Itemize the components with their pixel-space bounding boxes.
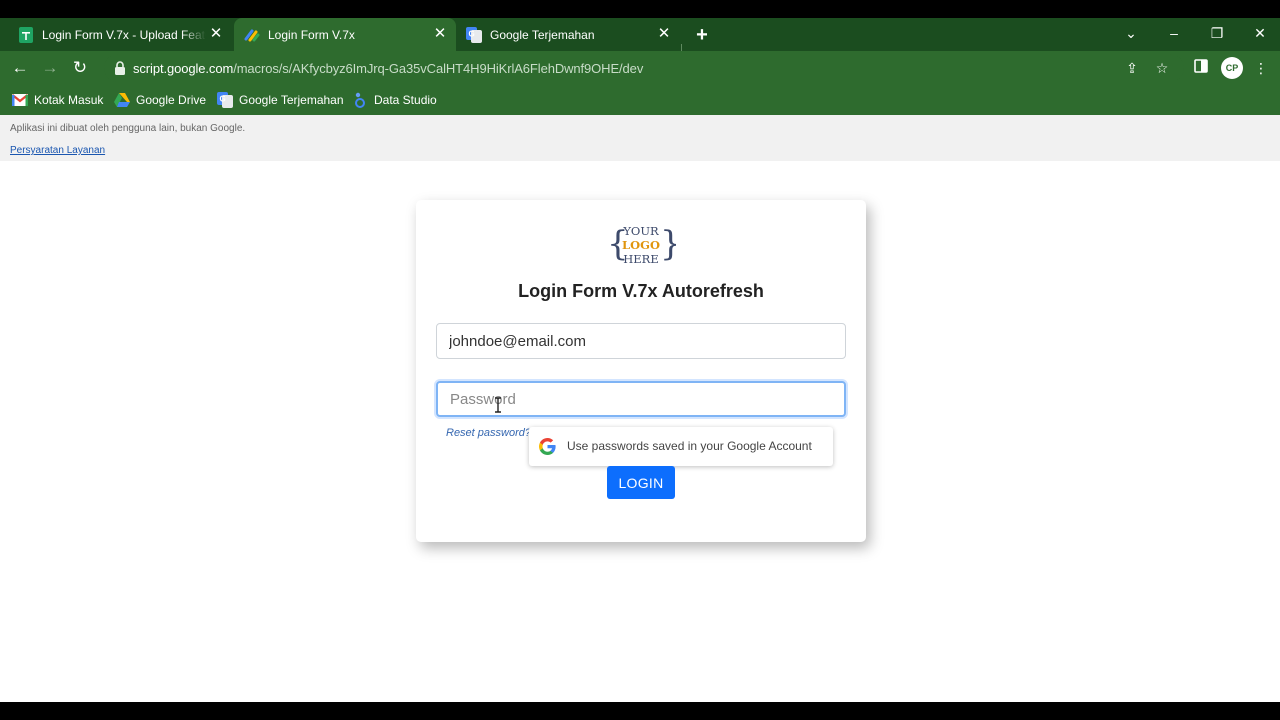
bookmark-kotak-masuk[interactable]: Kotak Masuk [12,91,103,109]
logo-text-line: LOGO [622,238,660,252]
bookmark-label: Google Drive [136,93,207,107]
url-path: /macros/s/AKfycbyz6ImJrq-Ga35vCalHT4H9Hi… [233,61,644,76]
bookmark-google-terjemahan[interactable]: G Google Terjemahan [217,91,344,109]
star-icon[interactable]: ☆ [1154,60,1170,76]
logo-image: { } YOUR LOGO HERE [607,224,676,266]
notice-text: Aplikasi ini dibuat oleh pengguna lain, … [10,123,246,134]
tab-strip: Login Form V.7x - Upload Features ✕ Logi… [0,18,1280,62]
apps-script-notice-bar: Aplikasi ini dibuat oleh pengguna lain, … [0,115,1280,161]
url-text[interactable]: script.google.com/macros/s/AKfycbyz6ImJr… [133,61,643,76]
screen-top-bar [0,0,1280,18]
bookmark-label: Data Studio [374,93,437,107]
bookmark-google-drive[interactable]: Google Drive [114,91,206,109]
close-icon[interactable]: ✕ [208,26,224,42]
email-field[interactable] [436,323,846,359]
login-card: { } YOUR LOGO HERE Login Form V.7x Autor… [416,200,866,542]
tab-title: Google Terjemahan [490,27,595,42]
profile-avatar[interactable]: CP [1221,57,1243,79]
password-suggestion-popup[interactable]: Use passwords saved in your Google Accou… [529,427,833,466]
tab-login-form-upload[interactable]: Login Form V.7x - Upload Features ✕ [10,18,232,51]
tab-title: Login Form V.7x [268,27,355,42]
terms-of-service-link[interactable]: Persyaratan Layanan [10,145,105,156]
new-tab-button[interactable]: + [692,25,712,45]
google-translate-icon: G [466,26,482,43]
url-host: script.google.com [133,61,234,76]
bookmarks-bar: Kotak Masuk Google Drive G Google Terjem… [0,85,1280,115]
window-close-icon[interactable]: ✕ [1251,24,1269,42]
apps-script-icon [244,27,260,43]
login-form-title: Login Form V.7x Autorefresh [518,281,764,301]
tab-search-icon[interactable]: ⌄ [1122,24,1140,42]
tab-login-form[interactable]: Login Form V.7x ✕ [234,18,456,51]
logo-text-line: YOUR [622,224,659,238]
restore-icon[interactable]: ❐ [1208,24,1226,42]
bookmark-label: Kotak Masuk [34,93,104,107]
share-icon[interactable]: ⇪ [1124,60,1140,76]
google-g-icon [539,438,556,455]
google-drive-icon [114,92,130,108]
svg-text:}: } [660,224,676,264]
address-bar[interactable]: script.google.com/macros/s/AKfycbyz6ImJr… [104,54,1184,82]
lock-icon[interactable] [114,61,126,75]
google-translate-icon: G [217,92,233,108]
back-arrow-icon[interactable]: ← [10,58,30,78]
data-studio-icon [352,92,368,108]
text-cursor-icon [495,397,501,413]
close-icon[interactable]: ✕ [432,26,448,42]
suggestion-text: Use passwords saved in your Google Accou… [567,439,812,453]
close-icon[interactable]: ✕ [656,26,672,42]
svg-text:G: G [220,95,226,104]
reset-password-link[interactable]: Reset password? [446,427,531,439]
toolbar: ← → ↻ script.google.com/macros/s/AKfycby… [0,51,1280,85]
google-sheets-icon [18,26,34,43]
bookmark-data-studio[interactable]: Data Studio [352,91,437,109]
page-content: Aplikasi ini dibuat oleh pengguna lain, … [0,115,1280,702]
tab-google-terjemahan[interactable]: G Google Terjemahan ✕ [458,18,680,51]
login-button[interactable]: LOGIN [607,466,675,499]
minimize-icon[interactable]: – [1165,24,1183,42]
tab-title: Login Form V.7x - Upload Features [42,27,206,42]
forward-arrow-icon[interactable]: → [40,58,60,78]
side-panel-icon[interactable] [1192,59,1210,77]
svg-text:G: G [469,29,475,38]
reload-icon[interactable]: ↻ [70,58,90,78]
logo-text-line: HERE [623,252,658,266]
gmail-icon [12,92,28,108]
menu-kebab-icon[interactable]: ⋮ [1252,59,1270,77]
screen-bottom-bar [0,702,1280,720]
bookmark-label: Google Terjemahan [239,93,344,107]
